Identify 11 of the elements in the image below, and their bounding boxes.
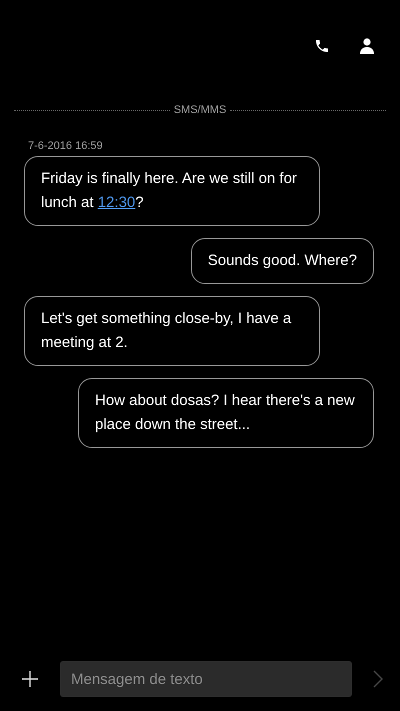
message-bubble: Sounds good. Where? (190, 238, 374, 284)
channel-label: SMS/MMS (174, 104, 226, 116)
person-icon[interactable] (360, 38, 374, 54)
message-bubble: Let's get something close-by, I have a meeting at 2. (24, 296, 320, 366)
message-bubble: Friday is finally here. Are we still on for lunch at 12:30? (24, 156, 320, 226)
add-button[interactable] (20, 669, 40, 689)
message-bubble: How about dosas? I hear there's a new place down the street... (78, 378, 374, 448)
message-timestamp: 7-6-2016 16:59 (28, 140, 104, 152)
message-input[interactable]: Mensagem de texto (60, 661, 352, 697)
phone-icon[interactable] (314, 38, 330, 54)
time-link[interactable]: 12:30 (98, 194, 136, 211)
